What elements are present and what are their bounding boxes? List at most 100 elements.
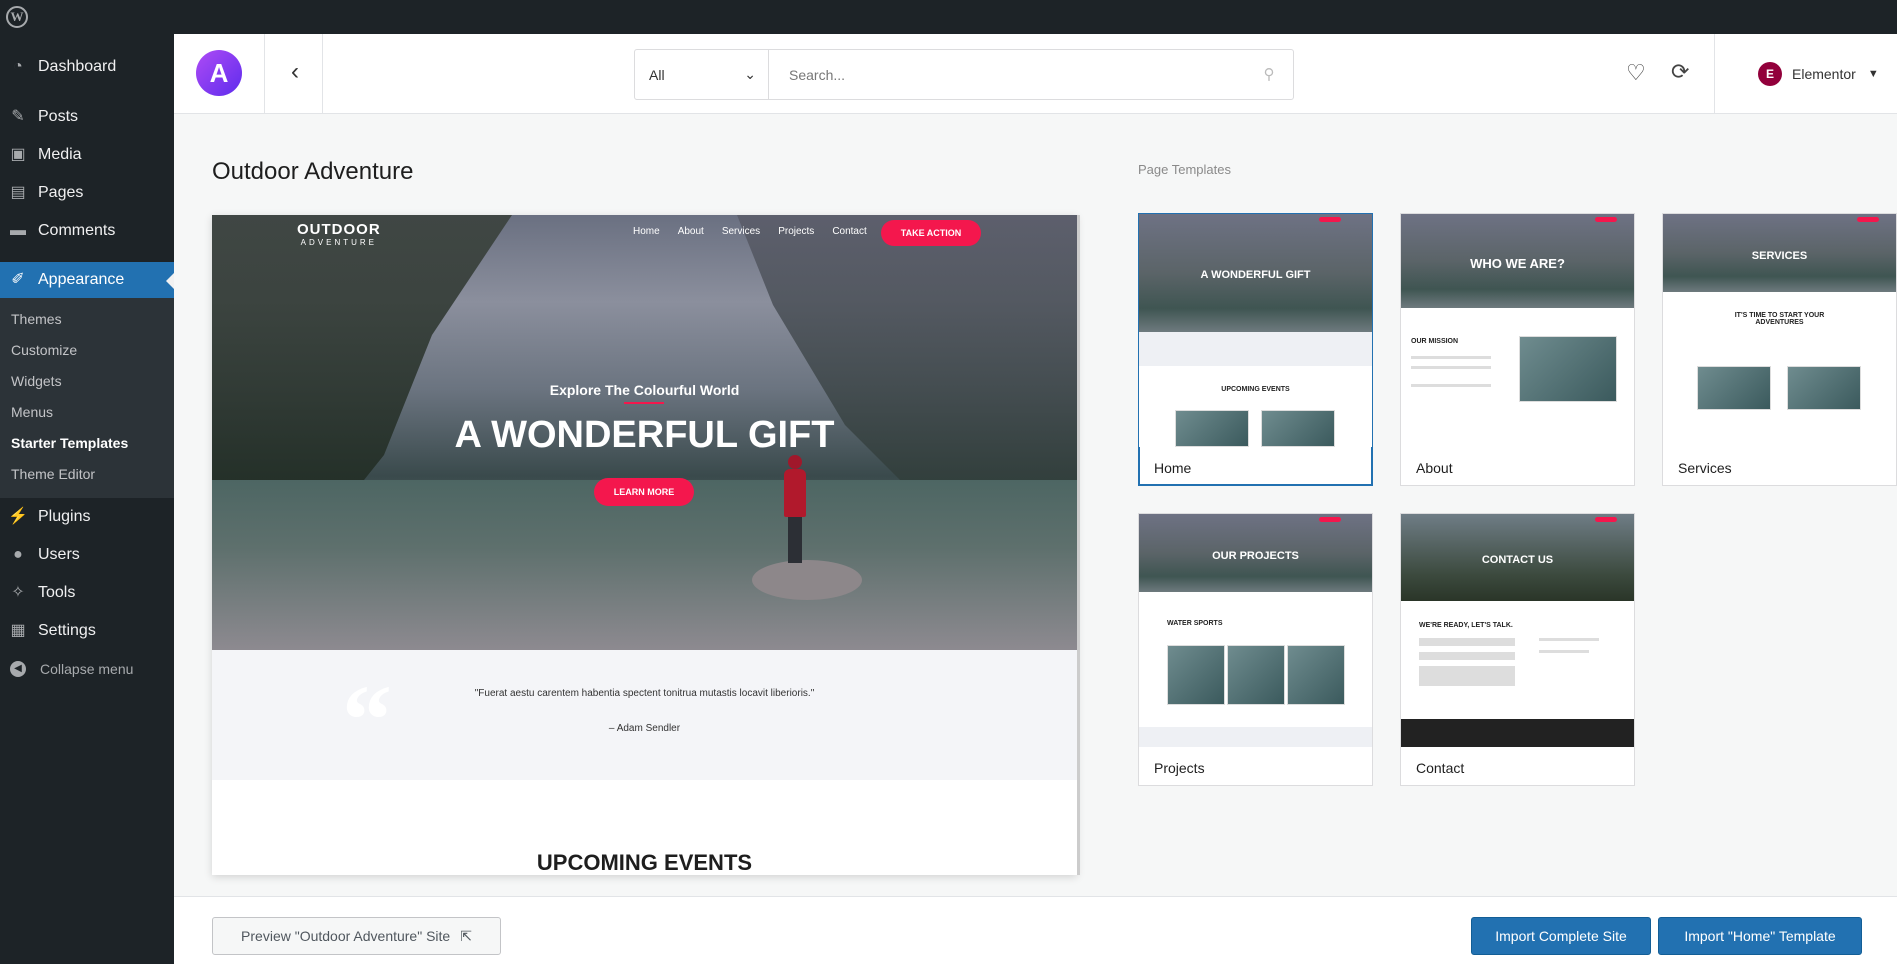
thumb-mini-button — [1319, 217, 1341, 222]
collapse-menu-button[interactable]: ◀ Collapse menu — [0, 650, 174, 688]
hiker-figure — [784, 455, 806, 565]
heart-icon[interactable]: ♡ — [1626, 60, 1646, 86]
pages-icon: ▤ — [10, 184, 26, 201]
template-card-name: Home — [1154, 460, 1192, 476]
preview-nav-item: Home — [633, 226, 660, 237]
sidebar-item-posts[interactable]: ✎ Posts — [0, 98, 174, 136]
astra-logo-icon: A — [196, 50, 242, 96]
preview-site-button-label: Preview "Outdoor Adventure" Site — [241, 928, 451, 944]
sidebar-item-dashboard[interactable]: ◔ Dashboard — [0, 48, 174, 86]
import-complete-site-label: Import Complete Site — [1495, 928, 1627, 944]
testimonial-text: "Fuerat aestu carentem habentia spectent… — [474, 688, 815, 699]
sidebar-item-pages[interactable]: ▤ Pages — [0, 174, 174, 212]
elementor-icon: E — [1758, 62, 1782, 86]
template-thumbnail: OUR PROJECTS WATER SPORTS — [1139, 514, 1372, 747]
page-builder-select[interactable]: E Elementor ▼ — [1758, 62, 1879, 86]
preview-kicker: Explore The Colourful World — [549, 382, 740, 398]
sidebar-item-settings[interactable]: ▦ Settings — [0, 612, 174, 650]
caret-down-icon: ▼ — [1867, 68, 1879, 80]
thumb-mini-button — [1595, 217, 1617, 222]
preview-nav: Home About Services Projects Contact — [633, 226, 867, 237]
preview-hero: OUTDOOR ADVENTURE Home About Services Pr… — [212, 215, 1077, 650]
mountain-image — [212, 215, 512, 515]
submenu-item-menus[interactable]: Menus — [0, 397, 174, 428]
page-builder-label: Elementor — [1792, 66, 1856, 82]
appearance-submenu: Themes Customize Widgets Menus Starter T… — [0, 298, 174, 498]
app-header: A ‹ All ⌄ ⚲ ♡ ⟳ E Elementor ▼ — [174, 34, 1897, 114]
thumb-band — [1139, 332, 1372, 366]
import-template-button[interactable]: Import "Home" Template — [1658, 917, 1862, 955]
submenu-item-theme-editor[interactable]: Theme Editor — [0, 459, 174, 490]
thumb-subheading: WATER SPORTS — [1167, 620, 1223, 627]
thumb-text-line — [1539, 638, 1599, 641]
thumb-heading: OUR PROJECTS — [1212, 550, 1299, 562]
site-preview[interactable]: OUTDOOR ADVENTURE Home About Services Pr… — [212, 215, 1077, 875]
search-icon[interactable]: ⚲ — [1245, 50, 1293, 99]
sidebar-item-media[interactable]: ▣ Media — [0, 136, 174, 174]
thumb-band — [1139, 727, 1372, 747]
thumb-image — [1519, 336, 1617, 402]
preview-headline: A WONDERFUL GIFT — [454, 414, 835, 456]
thumb-image — [1175, 410, 1249, 447]
preview-nav-item: About — [677, 226, 704, 237]
user-icon: ● — [13, 546, 23, 563]
sidebar-item-label: Dashboard — [38, 58, 117, 75]
thumb-mini-button — [1595, 517, 1617, 522]
submenu-item-widgets[interactable]: Widgets — [0, 366, 174, 397]
starter-templates-app: A ‹ All ⌄ ⚲ ♡ ⟳ E Elementor ▼ Outdoor Ad… — [174, 34, 1897, 964]
sidebar-item-users[interactable]: ● Users — [0, 536, 174, 574]
sidebar-item-tools[interactable]: ✧ Tools — [0, 574, 174, 612]
media-icon: ▣ — [10, 146, 26, 163]
quote-icon: “ — [342, 664, 392, 775]
sync-icon[interactable]: ⟳ — [1671, 59, 1689, 85]
footer-bar: Preview "Outdoor Adventure" Site ⇱ Impor… — [174, 896, 1897, 964]
preview-scrollbar[interactable] — [1077, 215, 1080, 875]
preview-nav-item: Services — [721, 226, 761, 237]
sidebar-item-label: Tools — [38, 584, 76, 601]
category-select[interactable]: All ⌄ — [635, 50, 769, 99]
preview-events-heading: UPCOMING EVENTS — [536, 850, 753, 875]
preview-site-button[interactable]: Preview "Outdoor Adventure" Site ⇱ — [212, 917, 501, 955]
search-bar: All ⌄ ⚲ — [634, 49, 1294, 100]
sidebar-item-label: Appearance — [38, 271, 125, 288]
sidebar-item-appearance[interactable]: ✐ Appearance — [0, 262, 174, 298]
sidebar-item-label: Pages — [38, 184, 84, 201]
thumb-subheading: OUR MISSION — [1411, 338, 1459, 345]
sidebar-item-label: Plugins — [38, 508, 91, 525]
template-card-contact[interactable]: CONTACT US WE'RE READY, LET'S TALK. Cont… — [1400, 513, 1635, 786]
template-card-home[interactable]: A WONDERFUL GIFT UPCOMING EVENTS Home — [1138, 213, 1373, 486]
preview-logo: OUTDOOR ADVENTURE — [297, 221, 381, 247]
thumb-heading: WHO WE ARE? — [1470, 256, 1565, 271]
sidebar-item-label: Posts — [38, 108, 79, 125]
search-input[interactable] — [769, 50, 1245, 99]
template-card-projects[interactable]: OUR PROJECTS WATER SPORTS Projects — [1138, 513, 1373, 786]
template-card-name: Projects — [1154, 760, 1205, 776]
template-card-about[interactable]: WHO WE ARE? OUR MISSION About — [1400, 213, 1635, 486]
preview-cta-button: TAKE ACTION — [881, 220, 981, 246]
thumb-image — [1697, 366, 1771, 410]
template-card-services[interactable]: SERVICES IT'S TIME TO START YOUR ADVENTU… — [1662, 213, 1897, 486]
submenu-item-customize[interactable]: Customize — [0, 335, 174, 366]
thumb-form-field — [1419, 652, 1515, 660]
import-complete-site-button[interactable]: Import Complete Site — [1471, 917, 1651, 955]
wordpress-logo-icon[interactable]: W — [6, 6, 28, 28]
external-link-icon: ⇱ — [460, 927, 472, 944]
chevron-down-icon: ⌄ — [744, 66, 756, 82]
brush-icon: ✐ — [11, 271, 25, 288]
wrench-icon: ✧ — [11, 584, 25, 601]
submenu-item-themes[interactable]: Themes — [0, 304, 174, 335]
thumb-subheading: UPCOMING EVENTS — [1221, 386, 1290, 393]
dashboard-icon: ◔ — [13, 58, 23, 75]
thumb-image — [1167, 645, 1225, 705]
thumb-image — [1261, 410, 1335, 447]
sidebar-item-label: Users — [38, 546, 80, 563]
submenu-item-starter-templates[interactable]: Starter Templates — [0, 428, 174, 459]
back-chevron-icon[interactable]: ‹ — [280, 58, 310, 88]
thumb-form-field — [1419, 666, 1515, 686]
thumb-form-field — [1419, 638, 1515, 646]
sidebar-item-plugins[interactable]: ⚡ Plugins — [0, 498, 174, 536]
template-thumbnail: A WONDERFUL GIFT UPCOMING EVENTS — [1139, 214, 1372, 447]
thumb-heading: SERVICES — [1751, 250, 1808, 262]
sidebar-item-label: Comments — [38, 222, 116, 239]
sidebar-item-comments[interactable]: ▬ Comments — [0, 212, 174, 250]
